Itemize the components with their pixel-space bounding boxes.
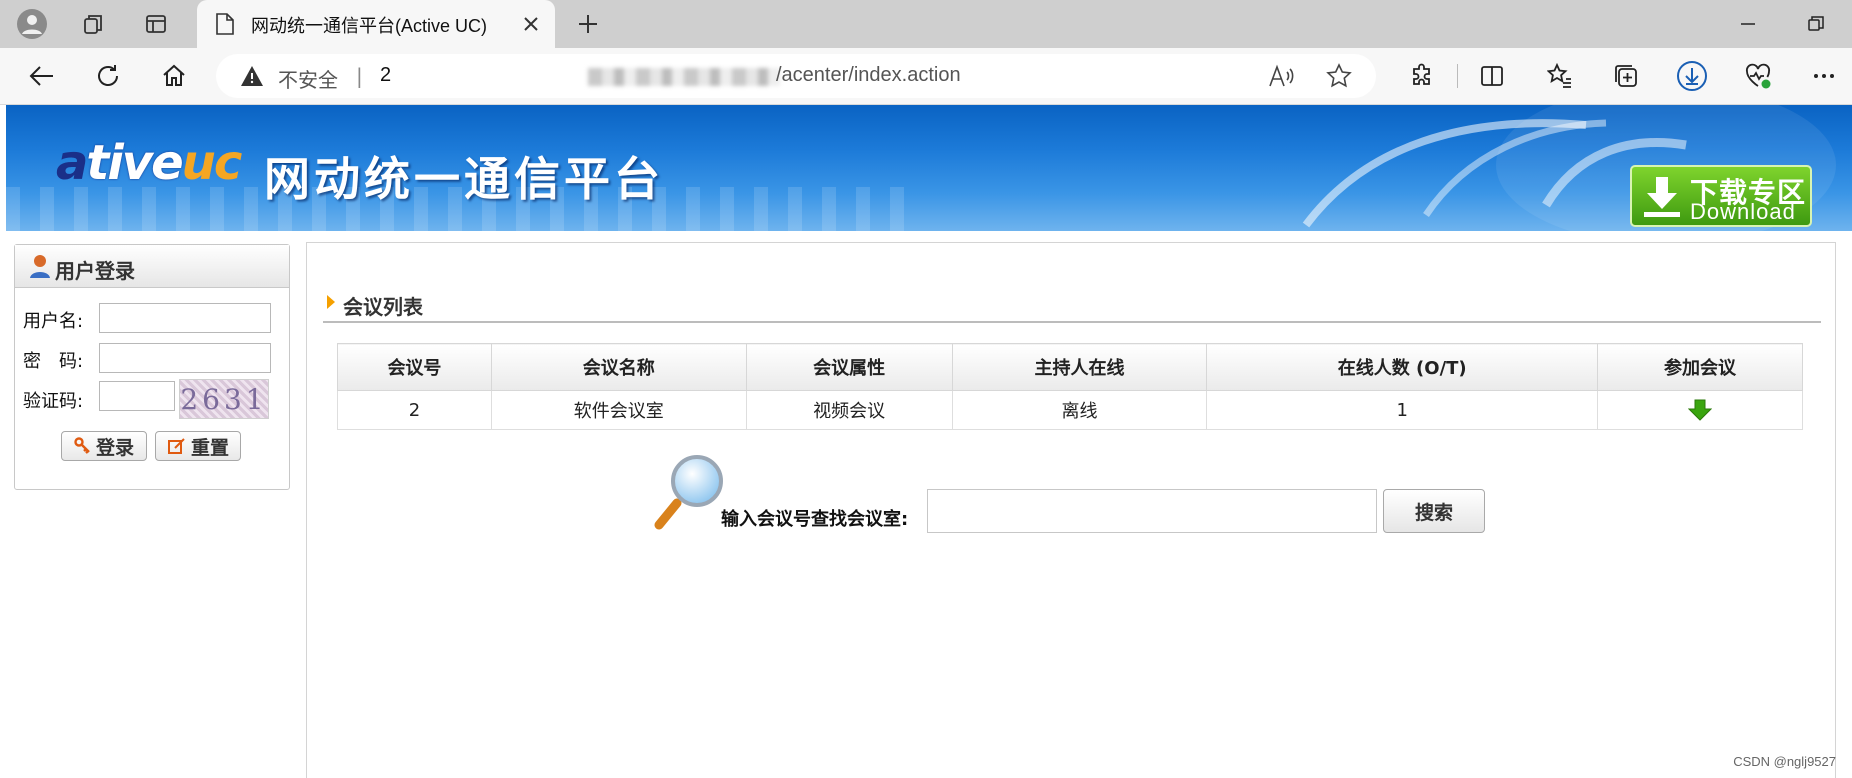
column-header: 主持人在线 [951,343,1208,391]
column-header: 会议属性 [745,343,953,391]
captcha-input[interactable] [99,381,175,411]
table-header-row: 会议号 会议名称 会议属性 主持人在线 在线人数 (O/T) 参加会议 [337,343,1803,391]
password-input[interactable] [99,343,271,373]
meeting-search-input[interactable] [927,489,1377,533]
section-marker-icon [327,295,335,309]
meeting-type-cell: 视频会议 [745,390,953,430]
new-tab-icon[interactable] [572,8,604,40]
login-panel: 用户登录 用户名: 密 码: 验证码: 2631 登录 重置 [14,244,290,490]
column-header: 会议号 [337,343,492,391]
section-divider [323,321,1821,323]
address-bar[interactable]: 不安全 | 2 /acenter/index.action [216,54,1376,98]
download-zone-button[interactable]: 下载专区 Download [1630,165,1812,227]
url-path: /acenter/index.action [776,64,961,86]
address-separator: | [356,64,363,88]
restore-icon[interactable] [1796,10,1836,38]
tab-active[interactable]: 网动统一通信平台(Active UC) [197,0,555,48]
column-header: 参加会议 [1597,343,1803,391]
magnifier-icon [654,455,723,530]
search-section: 输入会议号查找会议室: 搜索 [653,453,1553,543]
site-banner: ativeuc 网动统一通信平台 下载专区 Download [6,105,1852,231]
more-menu-icon[interactable] [1808,60,1840,92]
tab-actions-icon[interactable] [140,8,172,40]
toolbar-divider [1457,64,1458,88]
activeuc-logo: ativeuc [56,135,242,191]
download-en-label: Download [1690,199,1796,224]
meeting-id-cell: 2 [337,390,492,430]
login-button-label: 登录 [95,436,134,459]
browser-nav-bar: 不安全 | 2 /acenter/index.action [0,48,1852,105]
key-icon [74,437,90,454]
downloads-icon[interactable] [1676,60,1708,92]
url-prefix: 2 [380,64,392,86]
host-status-cell: 离线 [951,390,1208,430]
refresh-icon[interactable] [92,60,124,92]
security-label: 不安全 [278,70,338,92]
read-aloud-icon[interactable] [1268,64,1294,88]
browser-essentials-icon[interactable] [1742,60,1774,92]
username-input[interactable] [99,303,271,333]
join-arrow-icon[interactable] [1687,399,1713,421]
browser-tab-bar: 网动统一通信平台(Active UC) [0,0,1852,48]
password-label: 密 码: [23,351,84,372]
workspaces-icon[interactable] [78,8,110,40]
login-header: 用户登录 [15,245,289,288]
collections-icon[interactable] [1610,60,1642,92]
meeting-name-cell: 软件会议室 [490,390,747,430]
login-button[interactable]: 登录 [61,431,147,461]
column-header: 会议名称 [490,343,747,391]
login-title: 用户登录 [55,259,135,283]
captcha-label: 验证码: [23,391,84,412]
watermark: CSDN @nglj9527 [1733,754,1836,769]
tab-title: 网动统一通信平台(Active UC) [251,16,488,36]
home-icon[interactable] [158,60,190,92]
column-header: 在线人数 (O/T) [1206,343,1599,391]
search-button[interactable]: 搜索 [1383,489,1485,533]
reset-button[interactable]: 重置 [155,431,241,461]
section-title: 会议列表 [343,295,423,319]
username-label: 用户名: [23,311,84,332]
online-count-cell: 1 [1206,390,1599,430]
banner-title: 网动统一通信平台 [264,152,664,206]
favorite-star-icon[interactable] [1326,63,1352,89]
minimize-icon[interactable] [1728,10,1768,38]
captcha-image[interactable]: 2631 [179,379,269,419]
url-redacted [588,68,780,86]
user-icon [30,255,50,278]
split-screen-icon[interactable] [1476,60,1508,92]
table-row: 2 软件会议室 视频会议 离线 1 [337,390,1803,430]
warning-icon[interactable] [240,64,264,88]
profile-icon[interactable] [16,8,48,40]
reset-button-label: 重置 [190,436,229,459]
edit-icon [167,438,185,454]
page-icon [216,13,234,35]
download-arrow-icon [1644,177,1680,217]
meeting-table: 会议号 会议名称 会议属性 主持人在线 在线人数 (O/T) 参加会议 2 软件… [337,343,1803,430]
extensions-icon[interactable] [1406,60,1438,92]
back-icon[interactable] [26,60,58,92]
favorites-icon[interactable] [1544,60,1576,92]
search-label: 输入会议号查找会议室: [721,509,909,530]
join-meeting-cell [1597,390,1803,430]
close-tab-icon[interactable] [521,14,541,34]
main-panel: 会议列表 会议号 会议名称 会议属性 主持人在线 在线人数 (O/T) 参加会议… [306,242,1836,778]
